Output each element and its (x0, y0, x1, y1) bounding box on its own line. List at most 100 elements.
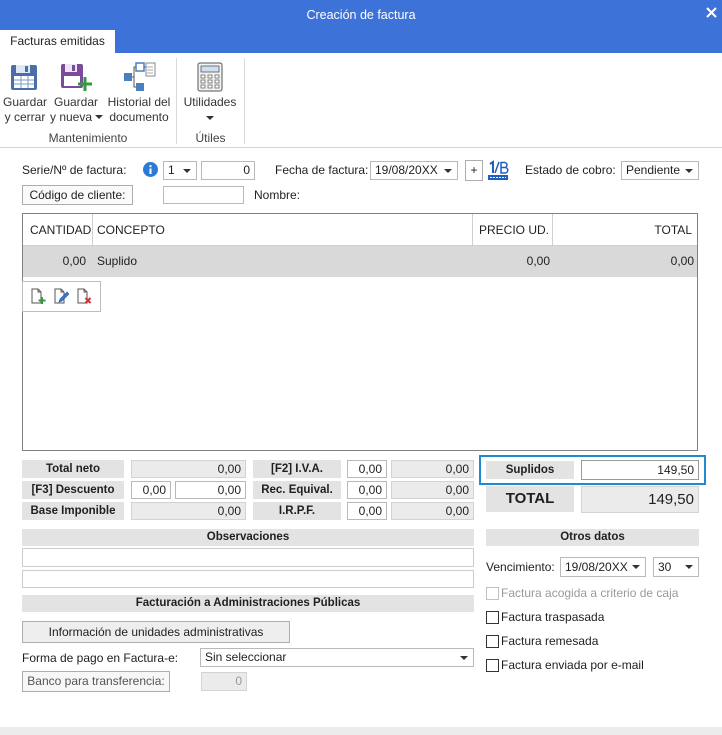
vencimiento-date-select[interactable]: 19/08/20XX (560, 557, 646, 577)
total-label: TOTAL (486, 486, 574, 512)
vencimiento-label: Vencimiento: (486, 560, 555, 574)
save-close-label-line1: Guardar (2, 95, 48, 109)
descuento-percent-input[interactable]: 0,00 (131, 481, 171, 499)
info-icon[interactable] (143, 162, 158, 177)
ribbon-group-mantenimiento: Mantenimiento (48, 131, 128, 145)
document-history-label-line1: Historial del (107, 95, 171, 109)
checkbox-enviada-email[interactable] (486, 659, 499, 672)
delete-line-icon[interactable] (76, 288, 92, 308)
rec-equival-value: 0,00 (391, 481, 474, 499)
suplidos-input[interactable]: 149,50 (581, 460, 699, 480)
chevron-down-icon (206, 116, 214, 120)
iva-button[interactable]: [F2] I.V.A. (253, 460, 341, 478)
line-toolbar (22, 281, 101, 312)
document-history-label-line2: documento (109, 110, 169, 124)
title-bar: Creación de factura (0, 0, 722, 30)
estado-label: Estado de cobro: (525, 163, 616, 177)
serie-select[interactable]: 1 (163, 161, 197, 180)
total-neto-label: Total neto (22, 460, 124, 478)
column-divider (472, 214, 473, 246)
chevron-down-icon (685, 565, 693, 569)
cell-cantidad[interactable]: 0,00 (23, 254, 86, 269)
save-new-icon (60, 62, 92, 95)
table-header: CANTIDAD CONCEPTO PRECIO UD. TOTAL (23, 214, 697, 246)
estado-value: Pendiente (626, 163, 681, 177)
checkbox-traspasada-label[interactable]: Factura traspasada (501, 610, 604, 625)
calendar-logo-icon[interactable] (487, 160, 509, 182)
checkbox-enviada-email-label[interactable]: Factura enviada por e-mail (501, 658, 644, 673)
suplidos-label: Suplidos (486, 461, 574, 479)
chevron-down-icon (95, 114, 104, 119)
column-header-precio[interactable]: PRECIO UD. (474, 223, 549, 238)
total-value: 149,50 (581, 486, 699, 513)
column-header-total[interactable]: TOTAL (554, 223, 692, 238)
iva-percent-input[interactable]: 0,00 (347, 460, 387, 478)
invoice-lines-table: CANTIDAD CONCEPTO PRECIO UD. TOTAL 0,00 … (22, 213, 698, 451)
invoice-date-select[interactable]: 19/08/20XX (370, 161, 458, 180)
tab-facturas-emitidas[interactable]: Facturas emitidas (0, 30, 115, 53)
irpf-percent-input[interactable]: 0,00 (347, 502, 387, 520)
checkbox-remesada[interactable] (486, 635, 499, 648)
ribbon-group-utiles: Útiles (195, 131, 226, 145)
cell-concepto[interactable]: Suplido (97, 254, 137, 269)
forma-pago-label: Forma de pago en Factura-e: (22, 651, 179, 665)
irpf-label: I.R.P.F. (253, 502, 341, 520)
bank-transfer-input: 0 (201, 672, 247, 691)
chevron-down-icon (444, 169, 452, 173)
column-header-concepto[interactable]: CONCEPTO (97, 223, 165, 238)
vencimiento-days-value: 30 (658, 560, 672, 574)
document-history-button[interactable]: Historial del documento (104, 57, 174, 127)
column-divider (92, 214, 93, 246)
close-icon[interactable] (705, 6, 718, 19)
checkbox-remesada-label[interactable]: Factura remesada (501, 634, 598, 649)
bank-transfer-button[interactable]: Banco para transferencia: (22, 671, 170, 692)
vencimiento-days-select[interactable]: 30 (653, 557, 699, 577)
table-row[interactable]: 0,00 Suplido 0,00 0,00 (23, 246, 697, 277)
estado-select[interactable]: Pendiente (621, 161, 699, 180)
base-imponible-label: Base Imponible (22, 502, 124, 520)
observaciones-line-2[interactable] (22, 570, 474, 588)
client-code-button[interactable]: Código de cliente: (22, 185, 133, 205)
cell-precio[interactable]: 0,00 (474, 254, 550, 269)
rec-equival-label: Rec. Equival. (253, 481, 341, 499)
save-close-icon (10, 62, 40, 95)
save-new-label-text: y nueva (50, 110, 93, 124)
utilities-label: Utilidades (183, 95, 237, 109)
administrative-units-button[interactable]: Información de unidades administrativas (22, 621, 290, 643)
rec-equival-percent-input[interactable]: 0,00 (347, 481, 387, 499)
observaciones-line-1[interactable] (22, 548, 474, 567)
tab-strip: Facturas emitidas (0, 30, 722, 53)
base-imponible-value: 0,00 (131, 502, 246, 520)
save-new-label-line2: y nueva (50, 110, 104, 125)
checkbox-traspasada[interactable] (486, 611, 499, 624)
checkbox-criterio-caja-label: Factura acogida a criterio de caja (501, 586, 679, 600)
descuento-button[interactable]: [F3] Descuento (22, 481, 124, 499)
save-new-button[interactable]: Guardar y nueva (50, 57, 104, 127)
iva-value: 0,00 (391, 460, 474, 478)
chevron-down-icon (183, 169, 191, 173)
ribbon-separator (244, 58, 245, 144)
total-neto-value: 0,00 (131, 460, 246, 478)
invoice-date-value: 19/08/20XX (375, 163, 438, 177)
window-title: Creación de factura (306, 8, 416, 22)
nombre-label: Nombre: (254, 188, 301, 202)
add-date-button[interactable]: + (465, 160, 483, 181)
client-code-input[interactable] (163, 186, 244, 204)
add-line-icon[interactable] (30, 288, 46, 308)
column-header-cantidad[interactable]: CANTIDAD (30, 223, 91, 238)
irpf-value: 0,00 (391, 502, 474, 520)
utilities-button[interactable]: Utilidades (180, 57, 240, 127)
serie-label: Serie/Nº de factura: (22, 163, 127, 177)
chevron-down-icon (632, 565, 640, 569)
forma-pago-value: Sin seleccionar (205, 650, 287, 664)
forma-pago-select[interactable]: Sin seleccionar (200, 648, 474, 667)
descuento-value-input[interactable]: 0,00 (175, 481, 246, 499)
serie-value: 1 (168, 163, 175, 177)
edit-line-icon[interactable] (53, 288, 70, 308)
save-close-button[interactable]: Guardar y cerrar (0, 57, 50, 127)
vencimiento-date-value: 19/08/20XX (565, 560, 628, 574)
observaciones-header: Observaciones (22, 529, 474, 546)
chevron-down-icon (460, 656, 468, 660)
cell-total[interactable]: 0,00 (554, 254, 694, 269)
invoice-number-input[interactable]: 0 (201, 161, 255, 180)
